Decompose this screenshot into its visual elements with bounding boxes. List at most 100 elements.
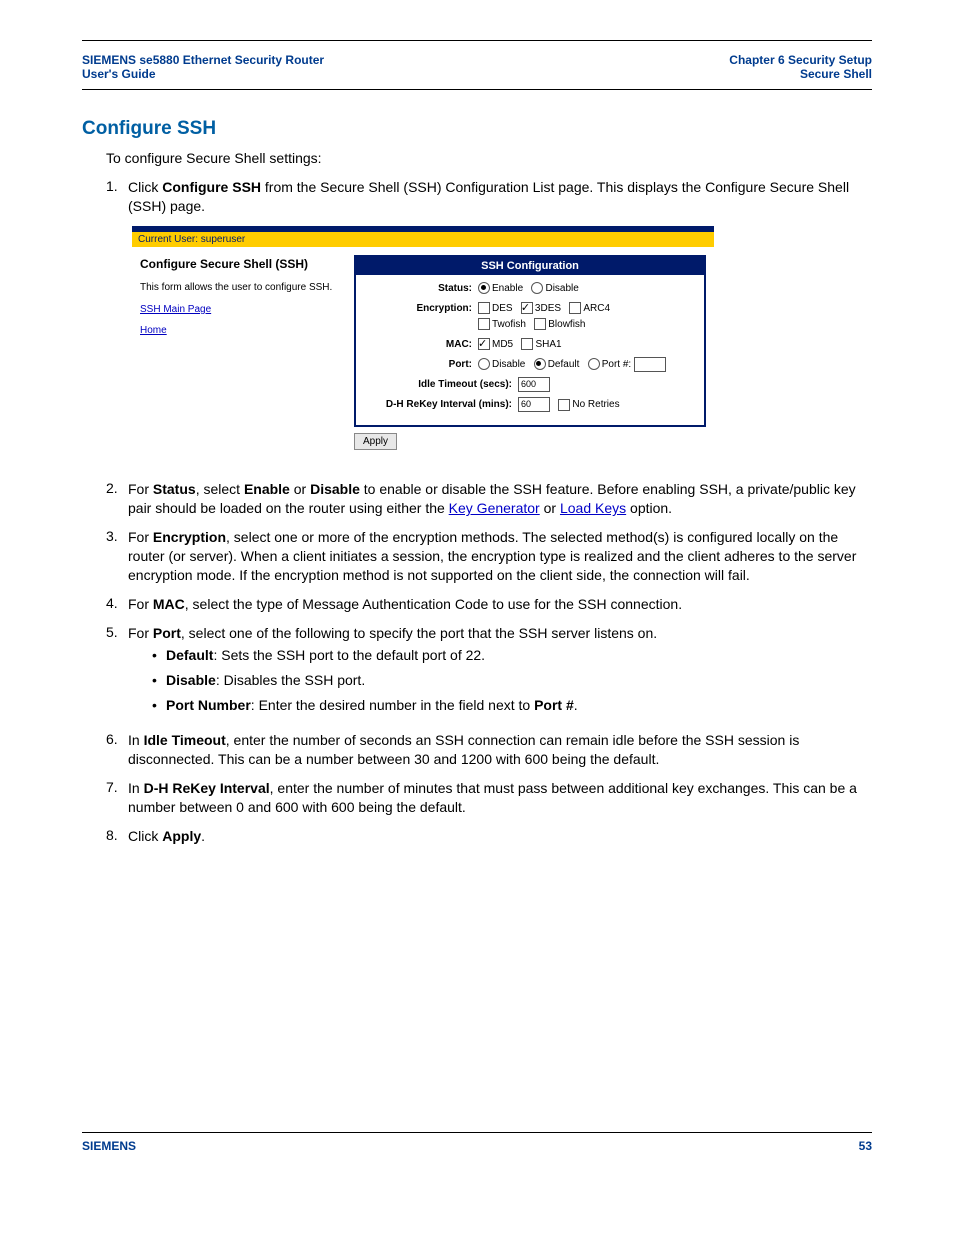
text-bold: Configure SSH: [162, 179, 261, 195]
text: For: [128, 596, 153, 612]
text: , select: [196, 481, 244, 497]
text: Click: [128, 828, 162, 844]
blowfish-checkbox[interactable]: [534, 318, 546, 330]
text: .: [201, 828, 205, 844]
text-bold: Disable: [310, 481, 360, 497]
label: MD5: [492, 339, 513, 350]
text-bold: Apply: [162, 828, 201, 844]
text: , enter the number of seconds an SSH con…: [128, 732, 799, 767]
header-right-1: Chapter 6 Security Setup: [729, 53, 872, 67]
text: .: [574, 697, 578, 713]
home-link[interactable]: Home: [140, 325, 167, 336]
text-bold: Port #: [534, 697, 574, 713]
label: Enable: [492, 283, 523, 294]
arc4-checkbox[interactable]: [569, 302, 581, 314]
text-bold: Port: [153, 625, 181, 641]
step-5: 5. For Port, select one of the following…: [106, 624, 872, 722]
header-right-2: Secure Shell: [729, 67, 872, 81]
text: , select one of the following to specify…: [181, 625, 657, 641]
page-footer: SIEMENS 53: [82, 1132, 872, 1153]
label: 3DES: [535, 303, 561, 314]
text: : Enter the desired number in the field …: [251, 697, 534, 713]
port-default-radio[interactable]: [534, 358, 546, 370]
key-generator-link[interactable]: Key Generator: [449, 500, 540, 516]
3des-checkbox[interactable]: [521, 302, 533, 314]
step-1: 1. Click Configure SSH from the Secure S…: [106, 178, 872, 216]
des-checkbox[interactable]: [478, 302, 490, 314]
md5-checkbox[interactable]: [478, 338, 490, 350]
status-enable-radio[interactable]: [478, 282, 490, 294]
label: Port #:: [602, 359, 631, 370]
port-num-input[interactable]: [634, 357, 666, 372]
no-retries-checkbox[interactable]: [558, 399, 570, 411]
port-num-radio[interactable]: [588, 358, 600, 370]
text: In: [128, 732, 144, 748]
panel-description: This form allows the user to configure S…: [140, 281, 344, 294]
idle-timeout-label: Idle Timeout (secs):: [362, 377, 518, 390]
status-disable-radio[interactable]: [531, 282, 543, 294]
step-7: 7. In D-H ReKey Interval, enter the numb…: [106, 779, 872, 817]
sha1-checkbox[interactable]: [521, 338, 533, 350]
rekey-interval-input[interactable]: 60: [518, 397, 550, 412]
bullet-disable: •Disable: Disables the SSH port.: [152, 671, 872, 690]
label: Twofish: [492, 319, 526, 330]
text: or: [540, 500, 560, 516]
text-bold: MAC: [153, 596, 185, 612]
header-left-1: SIEMENS se5880 Ethernet Security Router: [82, 53, 324, 67]
header-left-2: User's Guide: [82, 67, 324, 81]
text-bold: Default: [166, 647, 213, 663]
footer-brand: SIEMENS: [82, 1139, 136, 1153]
label: Disable: [492, 359, 525, 370]
page-header: SIEMENS se5880 Ethernet Security Router …: [82, 53, 872, 90]
label: Default: [548, 359, 580, 370]
config-screenshot: Current User: superuser Configure Secure…: [132, 226, 714, 462]
panel-title: Configure Secure Shell (SSH): [140, 257, 344, 271]
ssh-main-page-link[interactable]: SSH Main Page: [140, 304, 211, 315]
idle-timeout-input[interactable]: 600: [518, 377, 550, 392]
port-label: Port:: [362, 357, 478, 370]
text: : Sets the SSH port to the default port …: [213, 647, 485, 663]
text: , select one or more of the encryption m…: [128, 529, 856, 583]
encryption-label: Encryption:: [362, 301, 478, 314]
text: For: [128, 481, 153, 497]
intro-text: To configure Secure Shell settings:: [106, 150, 872, 166]
step-4: 4. For MAC, select the type of Message A…: [106, 595, 872, 614]
text-bold: Disable: [166, 672, 216, 688]
text-bold: Port Number: [166, 697, 251, 713]
status-label: Status:: [362, 281, 478, 294]
bullet-default: •Default: Sets the SSH port to the defau…: [152, 646, 872, 665]
footer-page-number: 53: [859, 1139, 872, 1153]
step-8: 8. Click Apply.: [106, 827, 872, 846]
text: Click: [128, 179, 162, 195]
current-user-bar: Current User: superuser: [132, 232, 714, 247]
label: ARC4: [583, 303, 610, 314]
config-table-header: SSH Configuration: [356, 257, 704, 275]
text-bold: Encryption: [153, 529, 226, 545]
text: , select the type of Message Authenticat…: [185, 596, 682, 612]
text-bold: Enable: [244, 481, 290, 497]
apply-button[interactable]: Apply: [354, 433, 397, 450]
text-bold: Status: [153, 481, 196, 497]
step-2: 2. For Status, select Enable or Disable …: [106, 480, 872, 518]
mac-label: MAC:: [362, 337, 478, 350]
label: Blowfish: [548, 319, 585, 330]
section-title: Configure SSH: [82, 118, 872, 140]
label: DES: [492, 303, 513, 314]
twofish-checkbox[interactable]: [478, 318, 490, 330]
load-keys-link[interactable]: Load Keys: [560, 500, 626, 516]
label: Disable: [545, 283, 578, 294]
text-bold: D-H ReKey Interval: [144, 780, 270, 796]
text: or: [290, 481, 310, 497]
port-disable-radio[interactable]: [478, 358, 490, 370]
label: No Retries: [572, 399, 619, 410]
text-bold: Idle Timeout: [144, 732, 226, 748]
text: : Disables the SSH port.: [216, 672, 365, 688]
text: For: [128, 529, 153, 545]
text: For: [128, 625, 153, 641]
label: SHA1: [535, 339, 561, 350]
text: option.: [626, 500, 672, 516]
step-6: 6. In Idle Timeout, enter the number of …: [106, 731, 872, 769]
step-3: 3. For Encryption, select one or more of…: [106, 528, 872, 585]
text: In: [128, 780, 144, 796]
rekey-interval-label: D-H ReKey Interval (mins):: [362, 397, 518, 410]
